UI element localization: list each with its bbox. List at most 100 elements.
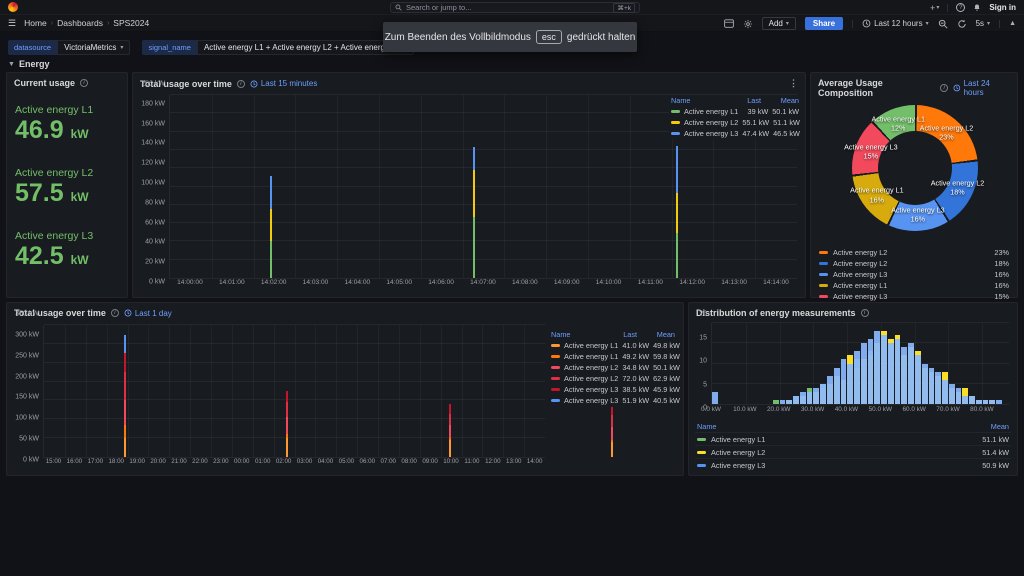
datasource-select[interactable]: VictoriaMetrics▾ xyxy=(57,40,130,55)
signal-name-select[interactable]: Active energy L1 + Active energy L2 + Ac… xyxy=(197,40,414,55)
bars xyxy=(44,325,545,457)
bar-segment xyxy=(449,425,451,438)
histogram-bin xyxy=(773,323,779,404)
legend-header: Name Last Mean xyxy=(549,329,677,340)
x-tick-label: 14:00:00 xyxy=(169,279,211,286)
time-range-picker[interactable]: Last 12 hours▾ xyxy=(862,19,929,28)
share-button[interactable]: Share xyxy=(805,17,843,30)
donut-slice-label: Active energy L316% xyxy=(881,206,955,225)
refresh-interval-picker[interactable]: 5s▾ xyxy=(976,19,990,28)
legend-row[interactable]: Active energy L316% xyxy=(817,269,1011,280)
panel-total-usage-15m: Total usage over time i Last 15 minutes … xyxy=(132,72,806,298)
legend-header-col[interactable]: Mean xyxy=(765,96,799,105)
variable-signal-name: signal_name Active energy L1 + Active en… xyxy=(142,40,414,55)
legend-row[interactable]: Active energy L141.0 kW49.8 kW xyxy=(549,340,677,351)
panel-menu-icon[interactable]: ⋮ xyxy=(789,78,798,89)
legend-row[interactable]: Active energy L347.4 kW46.5 kW xyxy=(669,128,801,139)
histogram-bin xyxy=(1003,323,1009,404)
breadcrumb-dashboard-name[interactable]: SPS2024 xyxy=(113,18,149,28)
chevron-down-icon: ▼ xyxy=(8,61,15,68)
legend-row[interactable]: Active energy L251.4 kW xyxy=(695,445,1011,458)
breadcrumb-dashboards[interactable]: Dashboards xyxy=(57,18,103,28)
legend-row[interactable]: Active energy L350.9 kW xyxy=(695,458,1011,471)
x-tick-label: 23:00 xyxy=(210,458,231,465)
histogram-bin xyxy=(847,323,853,404)
info-icon[interactable]: i xyxy=(237,80,245,88)
time-range-link[interactable]: Last 15 minutes xyxy=(250,79,317,88)
legend-row[interactable]: Active energy L139 kW50.1 kW xyxy=(669,106,801,117)
legend-header-name[interactable]: Name xyxy=(671,96,723,105)
histogram-bin xyxy=(793,323,799,404)
settings-gear-icon[interactable] xyxy=(743,19,753,29)
y-tick-label: 100 kW xyxy=(141,180,165,187)
legend-header-col[interactable]: Last xyxy=(727,96,761,105)
histogram-bin xyxy=(895,323,901,404)
info-icon[interactable]: i xyxy=(861,309,869,317)
search-shortcut: ⌘+k xyxy=(613,3,635,13)
x-tick-label: 14:01:00 xyxy=(211,279,253,286)
grafana-logo-icon[interactable] xyxy=(8,2,18,12)
bell-icon[interactable] xyxy=(973,3,981,12)
legend-row[interactable]: Active energy L116% xyxy=(817,280,1011,291)
menu-icon[interactable]: ☰ xyxy=(8,18,16,29)
legend-row[interactable]: Active energy L351.9 kW40.5 kW xyxy=(549,395,677,406)
legend-row[interactable]: Active energy L151.1 kW xyxy=(695,432,1011,445)
legend-header-name[interactable]: Name xyxy=(551,330,599,339)
divider xyxy=(852,20,853,28)
bar-segment xyxy=(124,372,126,400)
x-tick-label: 14:03:00 xyxy=(295,279,337,286)
legend-header-col[interactable]: Mean xyxy=(641,330,675,339)
info-icon[interactable]: i xyxy=(111,309,119,317)
legend-15m: Name Last MeanActive energy L139 kW50.1 kW… xyxy=(669,95,801,139)
series-color-swatch xyxy=(697,451,706,454)
histogram-bin xyxy=(841,323,847,404)
series-color-swatch xyxy=(551,355,560,358)
refresh-icon[interactable] xyxy=(957,19,967,29)
panels-icon[interactable] xyxy=(724,19,734,28)
legend-header-col[interactable]: Last xyxy=(603,330,637,339)
stat-value: 46.9 kW xyxy=(15,118,119,143)
legend-row[interactable]: Active energy L234.8 kW50.1 kW xyxy=(549,362,677,373)
histogram-bar xyxy=(996,400,1002,404)
legend-row[interactable]: Active energy L223% xyxy=(817,247,1011,258)
info-icon[interactable]: i xyxy=(940,84,948,92)
legend-row[interactable]: Active energy L338.5 kW45.9 kW xyxy=(549,384,677,395)
bar-16:00 xyxy=(206,325,368,457)
x-tick-label: 19:00 xyxy=(127,458,148,465)
stat-active-energy-l1: Active energy L1 46.9 kW xyxy=(15,104,119,143)
y-tick-label: 80 kW xyxy=(145,199,165,206)
bar-segment xyxy=(286,391,288,402)
y-tick-label: 15 xyxy=(699,334,707,341)
legend-row[interactable]: Active energy L149.2 kW59.8 kW xyxy=(549,351,677,362)
histogram-bin xyxy=(759,323,765,404)
stat-label: Active energy L1 xyxy=(15,104,119,116)
legend-row[interactable]: Active energy L255.1 kW51.1 kW xyxy=(669,117,801,128)
grafana-dashboard: Search or jump to... ⌘+k +▾ ? Sign in ☰ … xyxy=(0,0,1024,576)
histogram-bar xyxy=(786,400,792,404)
legend-row[interactable]: Active energy L315% xyxy=(817,291,1011,302)
bar-segment xyxy=(473,147,475,170)
legend-row[interactable]: Active energy L272.0 kW62.9 kW xyxy=(549,373,677,384)
info-icon[interactable]: i xyxy=(80,79,88,87)
collapse-toolbar-button[interactable]: ▲ xyxy=(1009,20,1016,27)
bar-segment xyxy=(286,417,288,434)
histogram-bar xyxy=(874,331,880,404)
sign-in-button[interactable]: Sign in xyxy=(989,3,1016,12)
new-button[interactable]: +▾ xyxy=(930,3,939,13)
add-button[interactable]: Add▾ xyxy=(762,17,796,30)
time-range-link[interactable]: Last 1 day xyxy=(124,309,172,318)
histogram-bar xyxy=(793,396,799,404)
legend-row[interactable]: Active energy L218% xyxy=(817,258,1011,269)
x-tick-label: 04:00 xyxy=(315,458,336,465)
bar-segment xyxy=(449,440,451,457)
histogram-bin xyxy=(976,323,982,404)
donut-slice-label: Active energy L116% xyxy=(840,186,914,205)
x-tick-label: 14:13:00 xyxy=(713,279,755,286)
top-nav: Search or jump to... ⌘+k +▾ ? Sign in xyxy=(0,0,1024,15)
search-input[interactable]: Search or jump to... ⌘+k xyxy=(390,2,640,13)
help-icon[interactable]: ? xyxy=(956,3,965,12)
breadcrumb-home[interactable]: Home xyxy=(24,18,47,28)
zoom-out-icon[interactable] xyxy=(938,19,948,29)
legend-value: 62.9 kW xyxy=(653,374,680,383)
row-header-energy[interactable]: ▼ Energy xyxy=(8,59,49,69)
